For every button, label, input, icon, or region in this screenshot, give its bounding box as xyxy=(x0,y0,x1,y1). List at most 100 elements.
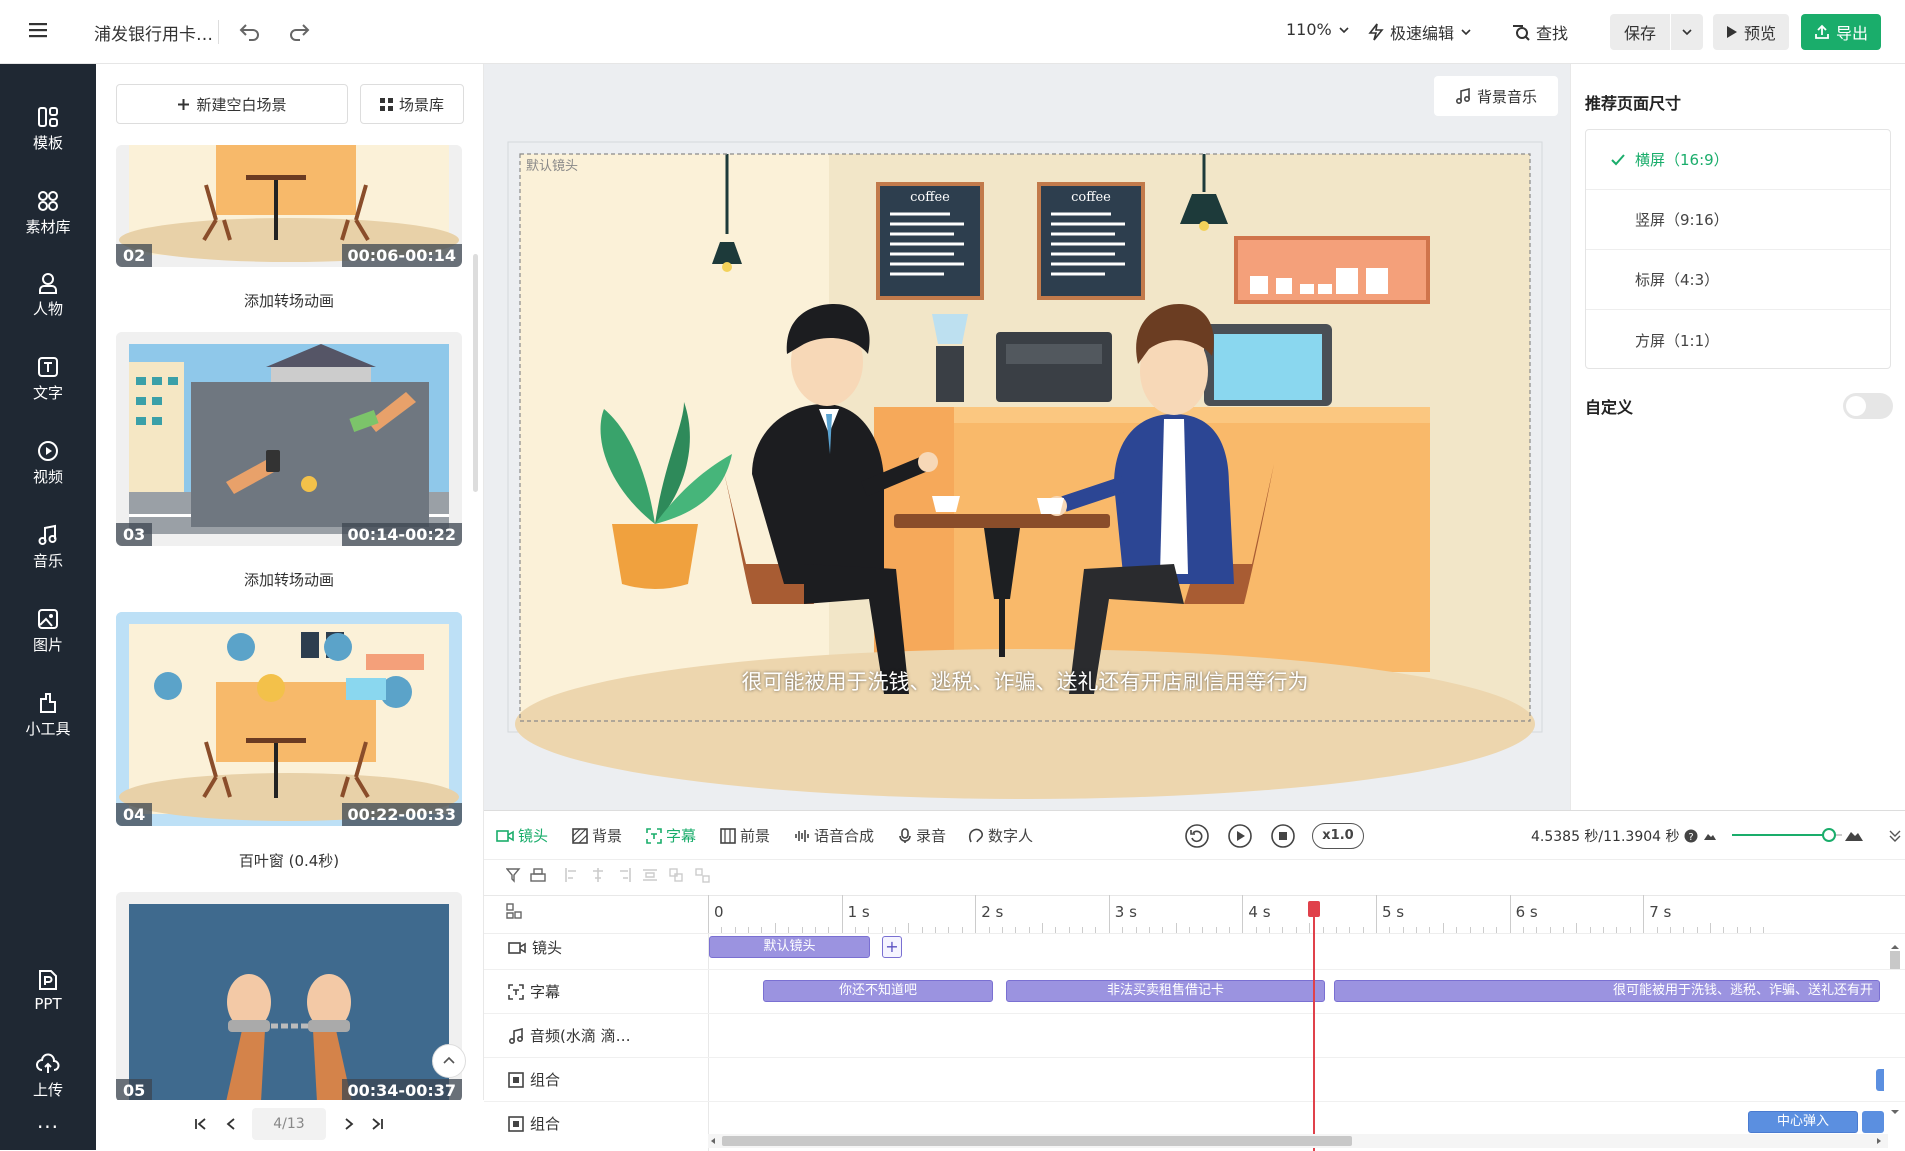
time-ruler[interactable]: 0 1 s 2 s 3 s 4 s 5 s 6 s 7 s xyxy=(708,895,1892,933)
next-page-icon[interactable] xyxy=(342,1117,356,1131)
scrollbar-thumb[interactable] xyxy=(1890,951,1900,969)
scroll-left-icon[interactable] xyxy=(708,1136,718,1146)
align-center-icon[interactable] xyxy=(590,867,606,883)
sidebar-item-image[interactable]: 图片 xyxy=(0,608,96,655)
playhead[interactable] xyxy=(1308,901,1321,1151)
replay-icon[interactable] xyxy=(1184,823,1210,849)
transition-link[interactable]: 添加转场动画 xyxy=(116,569,462,590)
zoom-slider-track[interactable] xyxy=(1732,828,1842,842)
first-page-icon[interactable] xyxy=(194,1117,208,1131)
add-camera-button[interactable]: + xyxy=(882,936,902,958)
scene-library-button[interactable]: 场景库 xyxy=(360,84,464,124)
scene-card-03[interactable]: 03 00:14-00:22 xyxy=(116,332,462,546)
stop-icon[interactable] xyxy=(1270,823,1296,849)
scroll-down-icon[interactable] xyxy=(1888,1107,1902,1117)
playhead-handle[interactable] xyxy=(1308,901,1321,917)
transition-link[interactable]: 添加转场动画 xyxy=(116,290,462,311)
group-clip-fragment[interactable] xyxy=(1862,1111,1884,1133)
ruler-minor-tick xyxy=(1082,927,1084,933)
subtitle-clip[interactable]: 非法买卖租售借记卡 xyxy=(1006,980,1325,1002)
undo-icon[interactable] xyxy=(238,19,262,47)
back-to-top-button[interactable] xyxy=(432,1044,466,1078)
track-group-1[interactable]: 组合 xyxy=(508,1069,560,1090)
play-icon[interactable] xyxy=(1227,823,1253,849)
speed-button[interactable]: x1.0 xyxy=(1312,823,1364,849)
ruler-minor-tick xyxy=(868,927,870,933)
track-scrollbar[interactable] xyxy=(1888,937,1902,1137)
help-icon[interactable]: ? xyxy=(1684,829,1698,843)
export-button[interactable]: 导出 xyxy=(1801,14,1881,50)
track-camera[interactable]: 镜头 xyxy=(508,937,562,958)
size-option-9-16[interactable]: 竖屏（9:16） xyxy=(1586,190,1890,250)
save-button[interactable]: 保存 xyxy=(1610,14,1670,50)
more-menu[interactable]: ··· xyxy=(0,1115,96,1139)
transition-link[interactable]: 百叶窗 (0.4秒) xyxy=(116,850,462,871)
zoom-out-icon[interactable] xyxy=(1703,829,1717,841)
find-button[interactable]: 查找 xyxy=(1512,20,1568,44)
align-left-icon[interactable] xyxy=(564,867,580,883)
scene-canvas[interactable]: coffee coffee xyxy=(484,64,1570,810)
scene-card-05[interactable]: 05 00:34-00:37 xyxy=(116,892,462,1102)
tab-subtitle[interactable]: 字幕 xyxy=(646,825,696,846)
track-group-2[interactable]: 组合 xyxy=(508,1113,560,1134)
zoom-slider-knob[interactable] xyxy=(1821,828,1836,842)
collapse-icon[interactable] xyxy=(1888,829,1902,843)
subtitle-clip[interactable]: 你还不知道吧 xyxy=(763,980,993,1002)
ungroup-icon[interactable] xyxy=(694,867,710,883)
sidebar-item-template[interactable]: 模板 xyxy=(0,106,96,153)
track-settings-icon[interactable] xyxy=(506,903,522,919)
filter-icon[interactable] xyxy=(506,867,522,883)
layers-icon[interactable] xyxy=(530,867,546,883)
size-option-1-1[interactable]: 方屏（1:1） xyxy=(1586,310,1890,370)
last-page-icon[interactable] xyxy=(370,1117,384,1131)
group-icon[interactable] xyxy=(668,867,684,883)
zoom-in-icon[interactable] xyxy=(1844,826,1864,842)
scene-thumbnail xyxy=(116,892,462,1102)
page-indicator[interactable]: 4/13 xyxy=(252,1108,326,1140)
edit-mode-select[interactable]: 极速编辑 xyxy=(1368,20,1472,44)
preview-button[interactable]: 预览 xyxy=(1713,14,1789,50)
save-dropdown-button[interactable] xyxy=(1671,14,1703,50)
tab-camera[interactable]: 镜头 xyxy=(496,825,548,846)
hamburger-menu-icon[interactable] xyxy=(28,20,48,44)
subtitle-text[interactable]: 很可能被用于洗钱、逃税、诈骗、送礼还有开店刷信用等行为 xyxy=(520,666,1530,696)
sidebar-item-music[interactable]: 音乐 xyxy=(0,524,96,571)
zoom-select[interactable]: 110% xyxy=(1286,20,1350,39)
new-blank-scene-button[interactable]: 新建空白场景 xyxy=(116,84,348,124)
prev-page-icon[interactable] xyxy=(224,1117,238,1131)
size-option-4-3[interactable]: 标屏（4:3） xyxy=(1586,250,1890,310)
distribute-icon[interactable] xyxy=(642,867,658,883)
scene-panel-scrollbar[interactable] xyxy=(473,254,478,492)
align-right-icon[interactable] xyxy=(616,867,632,883)
subtitle-clip[interactable]: 很可能被用于洗钱、逃税、诈骗、送礼还有开 xyxy=(1334,980,1880,1002)
track-audio[interactable]: 音频(水滴 滴… xyxy=(508,1025,631,1046)
tab-recording[interactable]: 录音 xyxy=(898,825,946,846)
document-title[interactable]: 浦发银行用卡… xyxy=(94,20,213,45)
sidebar-item-upload[interactable]: 上传 xyxy=(0,1053,96,1100)
scene-card-04[interactable]: 04 00:22-00:33 xyxy=(116,612,462,826)
timeline-horizontal-scrollbar[interactable] xyxy=(708,1134,1888,1148)
ruler-minor-tick xyxy=(1736,927,1738,933)
sidebar-item-text[interactable]: 文字 xyxy=(0,356,96,403)
group-clip[interactable] xyxy=(1876,1069,1884,1091)
tab-background[interactable]: 背景 xyxy=(572,825,622,846)
sidebar-item-person[interactable]: 人物 xyxy=(0,272,96,319)
camera-clip[interactable]: 默认镜头 xyxy=(709,936,870,958)
scrollbar-thumb[interactable] xyxy=(722,1136,1352,1146)
sidebar-item-video[interactable]: 视频 xyxy=(0,440,96,487)
sidebar-item-tools[interactable]: 小工具 xyxy=(0,692,96,739)
scene-card-02[interactable]: 02 00:06-00:14 xyxy=(116,145,462,267)
size-option-16-9[interactable]: 横屏（16:9） xyxy=(1586,130,1890,190)
redo-icon[interactable] xyxy=(287,19,311,47)
background-music-button[interactable]: 背景音乐 xyxy=(1434,76,1558,116)
track-subtitle[interactable]: 字幕 xyxy=(508,981,560,1002)
sidebar-item-ppt[interactable]: PPT xyxy=(0,969,96,1013)
custom-size-toggle[interactable] xyxy=(1843,393,1893,419)
scroll-right-icon[interactable] xyxy=(1874,1136,1884,1146)
tab-foreground[interactable]: 前景 xyxy=(720,825,770,846)
tab-tts[interactable]: 语音合成 xyxy=(794,825,874,846)
track-label: 组合 xyxy=(530,1071,561,1089)
tab-digital-human[interactable]: 数字人 xyxy=(968,825,1033,846)
sidebar-item-assets[interactable]: 素材库 xyxy=(0,190,96,237)
group-clip[interactable]: 中心弹入 xyxy=(1748,1111,1858,1133)
